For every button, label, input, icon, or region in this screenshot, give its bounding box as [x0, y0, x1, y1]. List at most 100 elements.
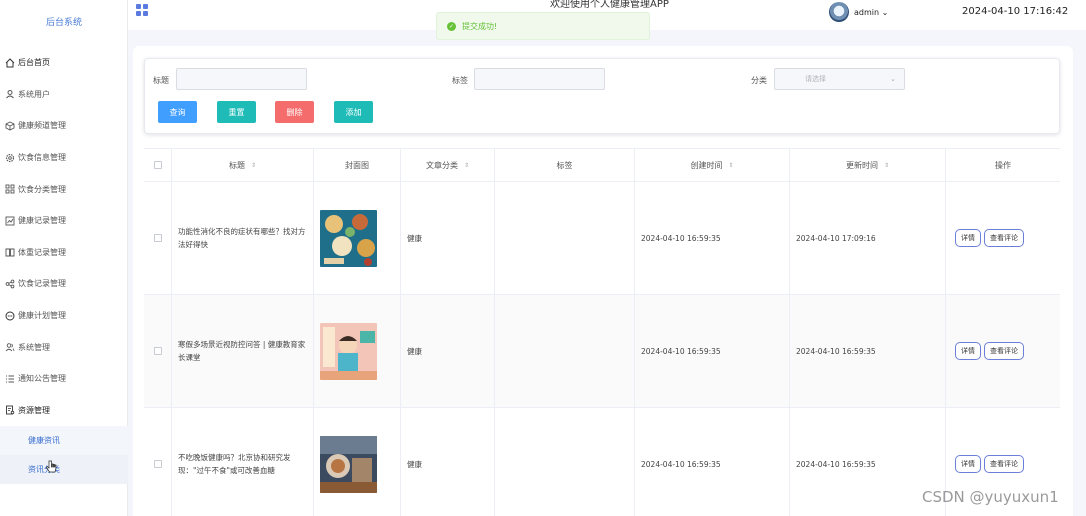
avatar[interactable] [829, 2, 849, 22]
sidebar-item-diet-records[interactable]: 饮食记录管理 [0, 268, 128, 300]
row-title: 功能性消化不良的症状有哪些？找对方法好得快 [178, 227, 306, 249]
sidebar-item-label: 饮食信息管理 [18, 153, 66, 163]
updated-cell: 2024-04-10 17:09:16 [790, 182, 946, 294]
chat-icon [5, 311, 15, 321]
delete-button[interactable]: 删除 [275, 101, 314, 123]
select-all-cell [144, 149, 172, 181]
reset-button[interactable]: 重置 [217, 101, 256, 123]
sidebar-item-health-channel[interactable]: 健康频道管理 [0, 110, 128, 142]
sidebar-item-notices[interactable]: 通知公告管理 [0, 363, 128, 395]
cover-cell [314, 408, 401, 516]
view-comments-button[interactable]: 查看评论 [984, 229, 1024, 247]
sidebar-item-system-users[interactable]: 系统用户 [0, 79, 128, 111]
tag-input[interactable] [474, 68, 605, 90]
sidebar-item-weight-records[interactable]: 体重记录管理 [0, 237, 128, 269]
header-actions-label: 操作 [995, 160, 1011, 170]
sort-icon[interactable]: ⇕ [728, 162, 733, 169]
book-icon [5, 247, 15, 257]
row-select-cell [144, 408, 172, 516]
header-category-label: 文章分类 [425, 160, 458, 170]
header-tags: 标签 [495, 149, 635, 181]
cover-image-food[interactable] [320, 209, 377, 267]
watermark: CSDN @yuyuxun1 [922, 488, 1059, 506]
users-icon [5, 342, 15, 352]
title-label: 标题 [153, 76, 169, 85]
sidebar-item-label: 体重记录管理 [18, 247, 66, 257]
title-cell: 不吃晚饭健康吗？北京协和研究发现："过午不食"或可改善血糖 [172, 408, 314, 516]
toast-message: 提交成功! [462, 21, 498, 31]
menu-toggle-icon[interactable] [136, 4, 148, 16]
detail-button[interactable]: 详情 [955, 342, 981, 360]
user-menu[interactable]: admin ⌄ [854, 8, 888, 17]
header-created[interactable]: 创建时间 ⇕ [635, 149, 790, 181]
sidebar-item-resources[interactable]: 资源管理 [0, 395, 128, 427]
row-select-cell [144, 295, 172, 407]
sidebar-item-diet-category[interactable]: 饮食分类管理 [0, 173, 128, 205]
sidebar-item-health-plan[interactable]: 健康计划管理 [0, 300, 128, 332]
list-icon [5, 374, 15, 384]
sidebar-item-label: 健康记录管理 [18, 216, 66, 226]
sidebar-item-label: 健康频道管理 [18, 121, 66, 131]
view-comments-button[interactable]: 查看评论 [984, 455, 1024, 473]
row-select-cell [144, 182, 172, 294]
header-title[interactable]: 标题 ⇕ [172, 149, 314, 181]
title-cell: 功能性消化不良的症状有哪些？找对方法好得快 [172, 182, 314, 294]
header-actions: 操作 [946, 149, 1060, 181]
header-cover: 封面图 [314, 149, 401, 181]
grid-icon [5, 184, 15, 194]
category-select[interactable]: 请选择 ⌄ [774, 68, 905, 90]
sidebar-item-label: 系统用户 [18, 89, 50, 99]
main-content: 标题 标签 分类 请选择 ⌄ 查询 重置 删除 添加 标题 ⇕ 封面图 文章分类… [128, 30, 1086, 516]
detail-button[interactable]: 详情 [955, 455, 981, 473]
sidebar-item-label: 通知公告管理 [18, 374, 66, 384]
window-edge [1075, 30, 1086, 516]
sidebar-item-home[interactable]: 后台首页 [0, 47, 128, 79]
header-updated-label: 更新时间 [845, 160, 878, 170]
sidebar-subitem-news-category[interactable]: 资讯分类 [0, 455, 128, 485]
sidebar-item-label: 后台首页 [18, 58, 50, 68]
sidebar-menu: 后台首页 系统用户 健康频道管理 饮食信息管理 饮食分类管理 健康记录管理 体重… [0, 47, 128, 485]
news-table: 标题 ⇕ 封面图 文章分类 ⇕ 标签 创建时间 ⇕ 更新时间 ⇕ 操作 功能性消化不良的… [144, 148, 1060, 516]
category-cell: 健康 [401, 408, 495, 516]
detail-button[interactable]: 详情 [955, 229, 981, 247]
check-circle-icon: ✓ [447, 21, 456, 31]
tags-cell [495, 408, 635, 516]
header-cover-label: 封面图 [345, 160, 369, 170]
app-root: 后台系统 后台首页 系统用户 健康频道管理 饮食信息管理 饮食分类管理 健康记录… [0, 0, 1086, 516]
category-cell: 健康 [401, 295, 495, 407]
header-updated[interactable]: 更新时间 ⇕ [790, 149, 946, 181]
sidebar-item-label: 系统管理 [18, 342, 50, 352]
add-button[interactable]: 添加 [334, 101, 373, 123]
success-toast: ✓ 提交成功! [436, 12, 650, 40]
share-icon [5, 279, 15, 289]
select-all-checkbox[interactable] [153, 161, 162, 169]
query-button[interactable]: 查询 [158, 101, 197, 123]
datetime: 2024-04-10 17:16:42 [962, 6, 1069, 17]
cover-image-eye-care[interactable] [320, 322, 377, 380]
mouse-cursor-icon [46, 460, 57, 473]
view-comments-button[interactable]: 查看评论 [984, 342, 1024, 360]
updated-cell: 2024-04-10 16:59:35 [790, 295, 946, 407]
title-input[interactable] [176, 68, 307, 90]
sidebar-item-health-records[interactable]: 健康记录管理 [0, 205, 128, 237]
row-checkbox[interactable] [153, 234, 162, 242]
row-checkbox[interactable] [153, 347, 162, 355]
sort-icon[interactable]: ⇕ [464, 162, 469, 169]
row-checkbox[interactable] [153, 460, 162, 468]
sidebar: 后台系统 后台首页 系统用户 健康频道管理 饮食信息管理 饮食分类管理 健康记录… [0, 0, 128, 516]
cover-image-dinner[interactable] [320, 435, 377, 493]
created-cell: 2024-04-10 16:59:35 [635, 295, 790, 407]
cube-icon [5, 121, 15, 131]
content-panel: 标题 标签 分类 请选择 ⌄ 查询 重置 删除 添加 标题 ⇕ 封面图 文章分类… [133, 46, 1073, 516]
sidebar-item-system-admin[interactable]: 系统管理 [0, 331, 128, 363]
table-header: 标题 ⇕ 封面图 文章分类 ⇕ 标签 创建时间 ⇕ 更新时间 ⇕ 操作 [144, 148, 1060, 182]
sidebar-item-diet-info[interactable]: 饮食信息管理 [0, 142, 128, 174]
header-category[interactable]: 文章分类 ⇕ [401, 149, 495, 181]
home-icon [5, 58, 15, 68]
sort-icon[interactable]: ⇕ [884, 162, 889, 169]
doc-icon [5, 405, 15, 415]
sort-icon[interactable]: ⇕ [251, 162, 256, 169]
sidebar-subitem-health-news[interactable]: 健康资讯 [0, 426, 128, 456]
sidebar-item-label: 健康计划管理 [18, 311, 66, 321]
tags-cell [495, 295, 635, 407]
